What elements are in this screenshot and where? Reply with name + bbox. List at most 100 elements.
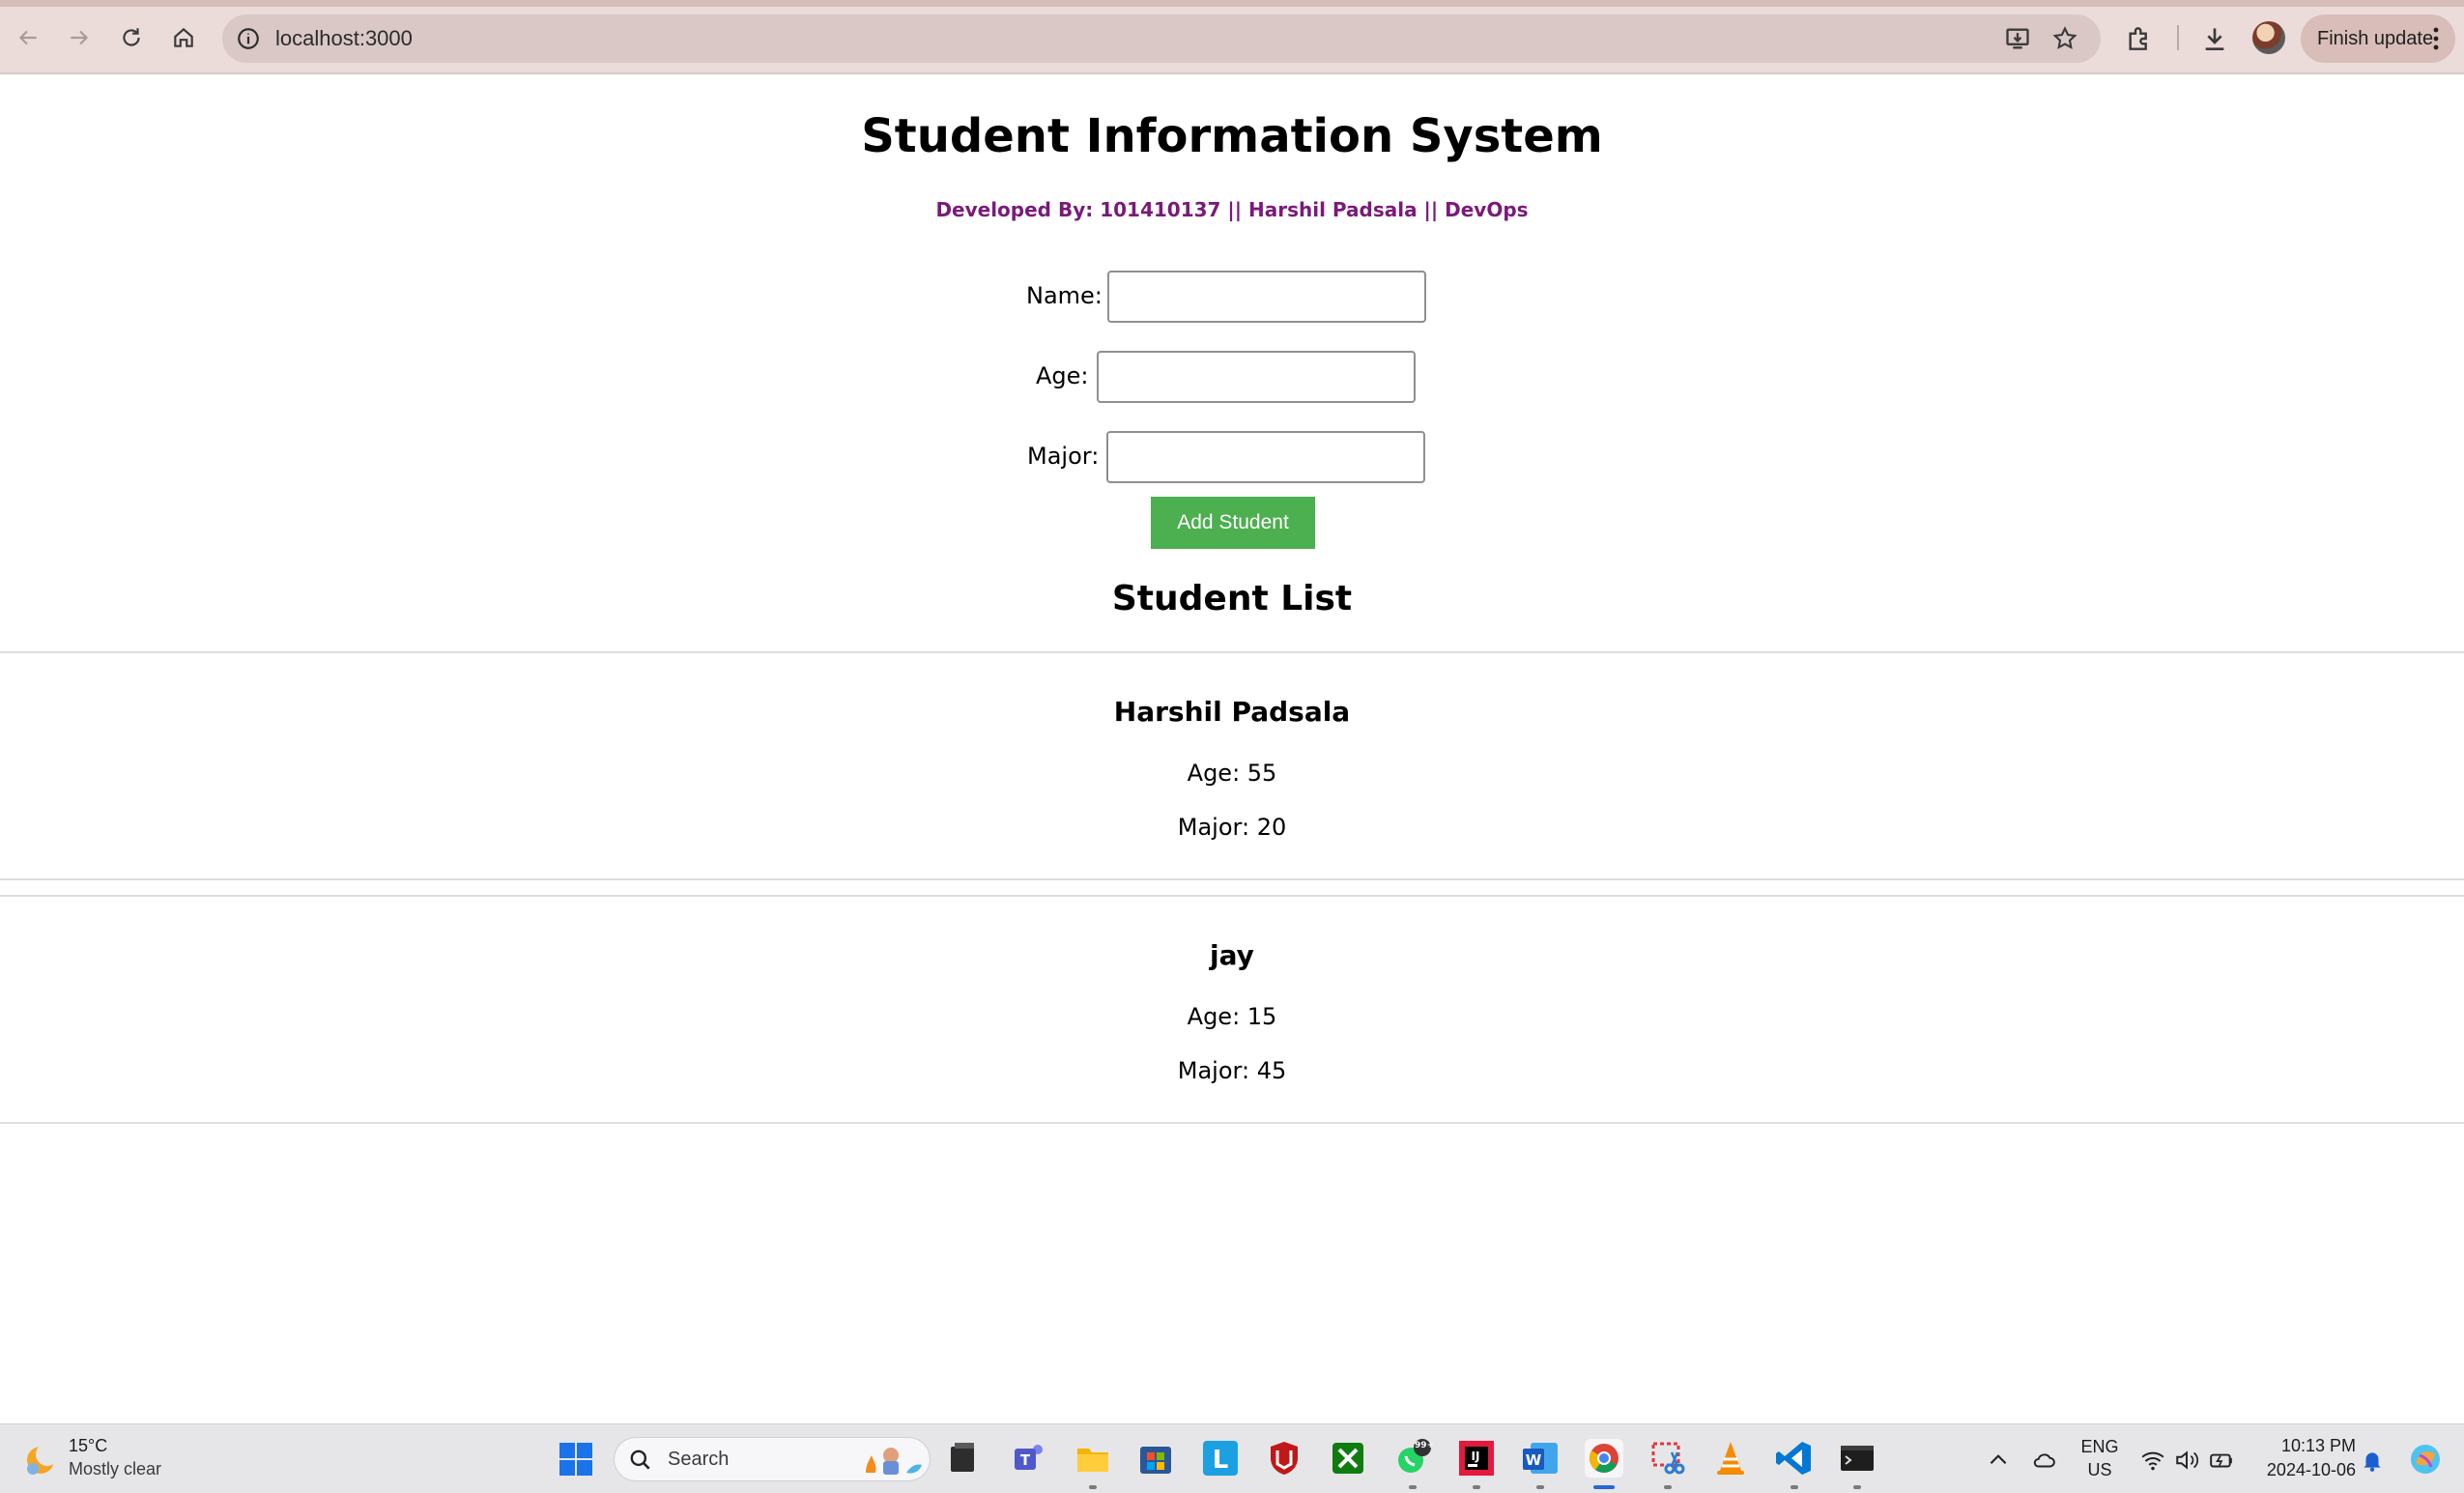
- clock-date[interactable]: 2024-10-06: [2249, 1460, 2356, 1480]
- browser-toolbar: localhost:3000 Finish update: [0, 0, 2464, 74]
- snipping-tool-icon: [1651, 1442, 1685, 1475]
- running-indicator: [1536, 1485, 1544, 1489]
- whatsapp-app[interactable]: 99+: [1393, 1439, 1435, 1489]
- vscode-icon: [1776, 1442, 1811, 1475]
- svg-text:W: W: [1526, 1451, 1542, 1469]
- vscode-app[interactable]: [1775, 1439, 1814, 1489]
- forward-arrow-icon: [71, 30, 89, 45]
- back-button[interactable]: [9, 18, 47, 57]
- major-label: Major:: [1027, 443, 1100, 470]
- file-explorer-app[interactable]: [943, 1439, 982, 1478]
- student-list-title: Student List: [1111, 579, 1353, 618]
- home-button[interactable]: [164, 18, 203, 57]
- age-label: Age:: [1036, 362, 1089, 389]
- svg-text:T: T: [1020, 1451, 1031, 1469]
- terminal-app[interactable]: [1838, 1439, 1877, 1489]
- wifi-icon[interactable]: [2140, 1448, 2165, 1473]
- address-bar[interactable]: localhost:3000: [222, 14, 2101, 63]
- weather-temperature[interactable]: 15°C: [69, 1436, 107, 1456]
- battery-icon[interactable]: [2209, 1448, 2234, 1473]
- weather-moon-icon[interactable]: [21, 1440, 60, 1479]
- developer-credit: Developed By: 101410137 || Harshil Padsa…: [935, 198, 1529, 221]
- running-indicator: [1664, 1485, 1672, 1489]
- language-indicator[interactable]: ENG: [2077, 1437, 2122, 1457]
- page-title: Student Information System: [861, 109, 1603, 163]
- add-student-button[interactable]: Add Student: [1151, 497, 1315, 549]
- student-name: jay: [1210, 939, 1254, 971]
- taskbar-search[interactable]: Search: [614, 1437, 931, 1481]
- home-icon: [174, 27, 193, 47]
- more-menu-icon[interactable]: [2432, 26, 2440, 51]
- notification-badge: 99+: [1415, 1441, 1435, 1450]
- folder-icon: [1077, 1449, 1108, 1472]
- student-name: Harshil Padsala: [1113, 696, 1351, 728]
- back-arrow-icon: [18, 30, 37, 45]
- profile-avatar[interactable]: [2252, 21, 2285, 54]
- keyboard-region[interactable]: US: [2077, 1460, 2122, 1480]
- name-row: Name:: [0, 271, 2464, 323]
- search-placeholder: Search: [668, 1449, 730, 1470]
- finish-update-label: Finish update: [2317, 28, 2434, 49]
- word-icon: W: [1523, 1443, 1558, 1474]
- student-major: Major: 20: [1177, 814, 1287, 841]
- intellij-app[interactable]: IJ: [1457, 1439, 1496, 1489]
- student-card: Harshil Padsala Age: 55 Major: 20: [0, 651, 2464, 880]
- student-major: Major: 45: [1177, 1057, 1287, 1084]
- svg-text:L: L: [1213, 1446, 1229, 1475]
- onedrive-cloud-icon[interactable]: [2031, 1448, 2056, 1473]
- reload-button[interactable]: [112, 18, 151, 57]
- bookmark-star-icon[interactable]: [2051, 25, 2078, 52]
- downloads-icon[interactable]: [2199, 23, 2230, 54]
- xbox-icon: [1332, 1443, 1363, 1474]
- forward-button[interactable]: [60, 18, 99, 57]
- terminal-icon: [1841, 1446, 1874, 1471]
- windows-taskbar: 15°C Mostly clear Search T L 99+ IJ W EN…: [0, 1423, 2464, 1493]
- url-text[interactable]: localhost:3000: [275, 26, 413, 51]
- search-icon: [630, 1450, 650, 1470]
- chrome-icon: [1589, 1444, 1619, 1473]
- extensions-icon[interactable]: [2124, 23, 2155, 54]
- age-input[interactable]: [1097, 351, 1416, 403]
- store-app[interactable]: [1136, 1439, 1175, 1478]
- microsoft-store-icon: [1140, 1447, 1171, 1474]
- teams-icon: T: [1015, 1445, 1043, 1470]
- running-indicator: [1853, 1485, 1861, 1489]
- running-indicator: [1473, 1485, 1480, 1489]
- student-age: Age: 55: [1187, 760, 1277, 787]
- reload-icon: [123, 28, 140, 46]
- finish-update-button[interactable]: Finish update: [2301, 14, 2455, 63]
- intellij-icon: IJ: [1459, 1441, 1494, 1476]
- volume-icon[interactable]: [2174, 1448, 2199, 1473]
- major-input[interactable]: [1106, 431, 1425, 483]
- file-explorer-icon: [951, 1443, 974, 1472]
- clock-time[interactable]: 10:13 PM: [2249, 1436, 2356, 1456]
- mcafee-shield-icon: [1271, 1442, 1298, 1475]
- mcafee-app[interactable]: [1265, 1439, 1304, 1478]
- page-content: Student Information System Developed By:…: [0, 74, 2464, 1423]
- running-indicator: [1409, 1485, 1417, 1489]
- l-app-icon: L: [1203, 1441, 1238, 1476]
- svg-text:IJ: IJ: [1472, 1450, 1480, 1463]
- xbox-app[interactable]: [1329, 1439, 1367, 1478]
- toolbar-separator: [2177, 25, 2179, 50]
- word-app[interactable]: W: [1521, 1439, 1560, 1489]
- name-input[interactable]: [1107, 271, 1426, 323]
- tab-strip-edge: [0, 0, 2464, 7]
- student-age: Age: 15: [1187, 1003, 1277, 1030]
- notification-bell-icon[interactable]: [2360, 1448, 2385, 1473]
- install-app-icon[interactable]: [2004, 25, 2031, 52]
- weather-description[interactable]: Mostly clear: [69, 1459, 161, 1479]
- site-info-icon[interactable]: [236, 26, 261, 51]
- vlc-app[interactable]: [1711, 1439, 1750, 1478]
- show-hidden-icons-chevron-icon[interactable]: [1986, 1448, 2011, 1473]
- snipping-tool-app[interactable]: [1648, 1439, 1687, 1489]
- running-indicator: [1791, 1485, 1798, 1489]
- folder-app[interactable]: [1074, 1439, 1112, 1489]
- teams-app[interactable]: T: [1011, 1439, 1049, 1478]
- l-app[interactable]: L: [1201, 1439, 1240, 1478]
- chrome-app[interactable]: [1585, 1439, 1623, 1489]
- copilot-icon[interactable]: [2408, 1442, 2443, 1477]
- vlc-cone-icon: [1717, 1442, 1744, 1475]
- running-indicator: [1089, 1485, 1097, 1489]
- windows-start-icon[interactable]: [559, 1442, 593, 1477]
